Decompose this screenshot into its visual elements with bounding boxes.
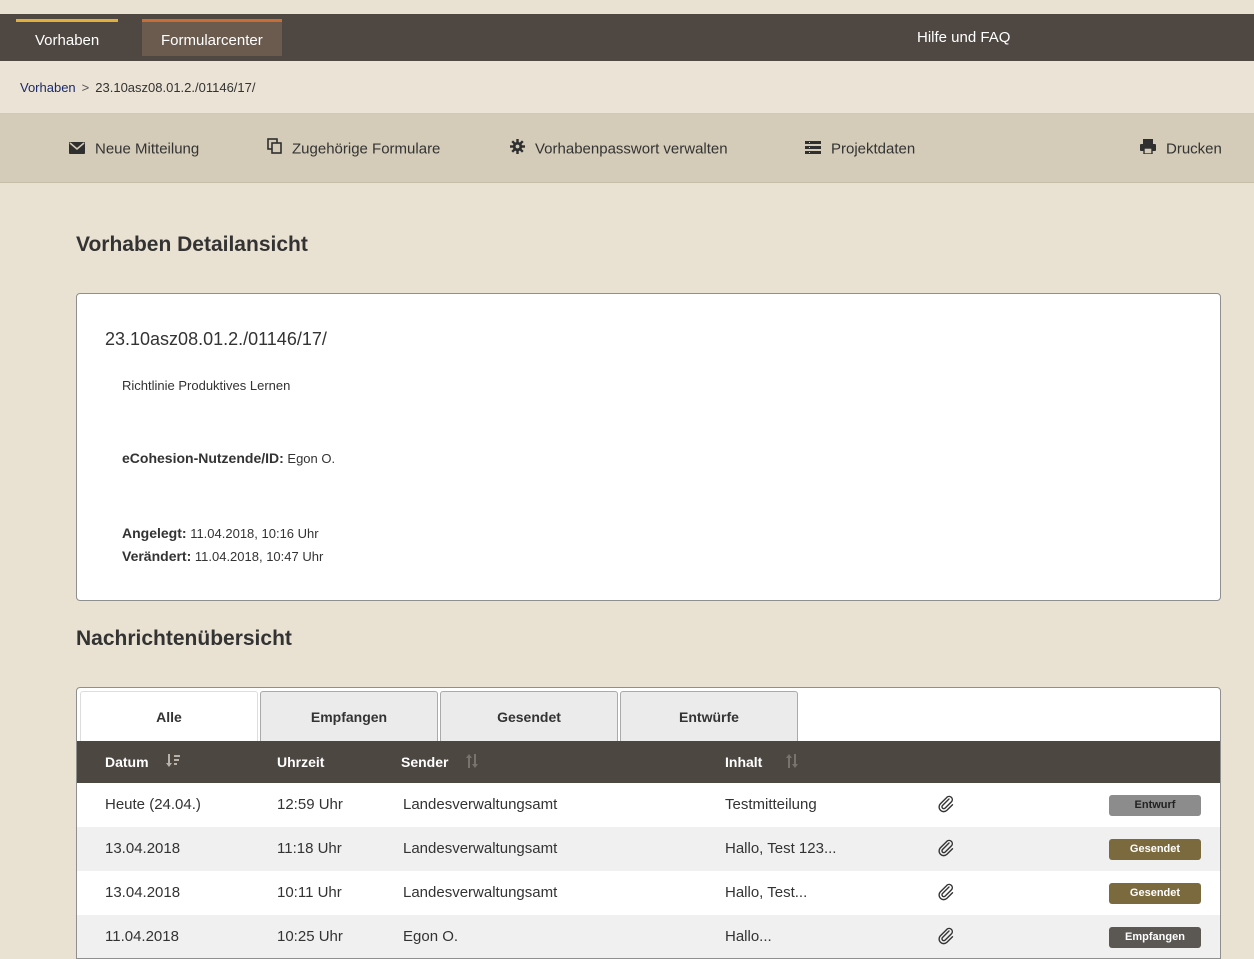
status-badge: Gesendet (1109, 839, 1201, 860)
cell-content: Testmitteilung (725, 796, 817, 813)
cell-date: 11.04.2018 (105, 928, 179, 945)
created-field: Angelegt: 11.04.2018, 10:16 Uhr (122, 525, 319, 541)
sort-icon[interactable] (786, 742, 799, 784)
print-button[interactable]: Drucken (1140, 114, 1222, 183)
table-row[interactable]: 13.04.2018 10:11 Uhr Landesverwaltungsam… (77, 871, 1220, 915)
messages-card: Alle Empfangen Gesendet Entwürfe Datum U… (76, 687, 1221, 959)
breadcrumb-separator: > (81, 80, 90, 95)
paperclip-icon[interactable] (937, 883, 955, 905)
page-title: Vorhaben Detailansicht (76, 233, 308, 256)
help-faq-link[interactable]: Hilfe und FAQ (917, 14, 1010, 61)
column-header-content-label: Inhalt (725, 754, 763, 770)
user-id-field: eCohesion-Nutzende/ID: Egon O. (122, 450, 335, 466)
cell-time: 10:11 Uhr (277, 884, 342, 901)
cell-content: Hallo, Test... (725, 884, 808, 901)
table-header: Datum Uhrzeit Sender Inhalt (77, 741, 1220, 784)
status-badge: Gesendet (1109, 883, 1201, 904)
user-id-label: eCohesion-Nutzende/ID: (122, 450, 284, 466)
tab-gesendet[interactable]: Gesendet (440, 691, 618, 741)
project-data-button[interactable]: Projektdaten (805, 114, 915, 183)
user-id-value: Egon O. (287, 451, 336, 466)
column-header-content[interactable]: Inhalt (725, 741, 799, 784)
cell-date: Heute (24.04.) (105, 796, 201, 813)
new-message-label: Neue Mitteilung (95, 140, 200, 158)
modified-field: Verändert: 11.04.2018, 10:47 Uhr (122, 548, 323, 564)
breadcrumb: Vorhaben >23.10asz08.01.2./01146/17/ (0, 61, 1254, 114)
related-forms-label: Zugehörige Formulare (292, 140, 441, 158)
status-badge: Entwurf (1109, 795, 1201, 816)
copy-icon (267, 115, 282, 184)
printer-icon (1140, 115, 1156, 184)
project-data-label: Projektdaten (831, 140, 916, 158)
nav-tab-vorhaben[interactable]: Vorhaben (16, 19, 119, 56)
table-row[interactable]: 13.04.2018 11:18 Uhr Landesverwaltungsam… (77, 827, 1220, 871)
column-header-sender[interactable]: Sender (401, 741, 479, 784)
cell-content: Hallo, Test 123... (725, 840, 837, 857)
paperclip-icon[interactable] (937, 927, 955, 949)
print-label: Drucken (1166, 140, 1222, 158)
new-message-button[interactable]: Neue Mitteilung (69, 114, 199, 183)
column-header-time[interactable]: Uhrzeit (277, 741, 324, 783)
table-row[interactable]: Heute (24.04.) 12:59 Uhr Landesverwaltun… (77, 783, 1220, 827)
created-value: 11.04.2018, 10:16 Uhr (190, 526, 319, 541)
action-toolbar: Neue Mitteilung Zugehörige Formulare Vor… (0, 114, 1254, 183)
cell-content: Hallo... (725, 928, 772, 945)
status-badge: Empfangen (1109, 927, 1201, 948)
envelope-icon (69, 115, 85, 184)
sort-icon[interactable] (466, 742, 479, 784)
tab-empfangen[interactable]: Empfangen (260, 691, 438, 741)
manage-password-button[interactable]: Vorhabenpasswort verwalten (510, 114, 728, 183)
cell-date: 13.04.2018 (105, 840, 181, 857)
cell-sender: Landesverwaltungsamt (403, 840, 558, 857)
cell-time: 10:25 Uhr (277, 928, 343, 945)
list-icon (805, 115, 821, 184)
cell-date: 13.04.2018 (105, 884, 181, 901)
tab-entwuerfe[interactable]: Entwürfe (620, 691, 798, 741)
cell-sender: Landesverwaltungsamt (403, 884, 558, 901)
column-header-date-label: Datum (105, 754, 149, 770)
cell-sender: Landesverwaltungsamt (403, 796, 558, 813)
column-header-sender-label: Sender (401, 754, 449, 770)
table-row[interactable]: 11.04.2018 10:25 Uhr Egon O. Hallo... Em… (77, 915, 1220, 958)
top-navigation-bar: Vorhaben Formularcenter Hilfe und FAQ (0, 14, 1254, 61)
related-forms-button[interactable]: Zugehörige Formulare (267, 114, 440, 183)
column-header-date[interactable]: Datum (105, 741, 181, 784)
paperclip-icon[interactable] (937, 839, 955, 861)
project-detail-card: 23.10asz08.01.2./01146/17/ Richtlinie Pr… (76, 293, 1221, 601)
cell-time: 12:59 Uhr (277, 796, 343, 813)
breadcrumb-link-vorhaben[interactable]: Vorhaben (20, 80, 76, 95)
sort-descending-icon[interactable] (166, 742, 181, 784)
cell-time: 11:18 Uhr (277, 840, 342, 857)
created-label: Angelegt: (122, 525, 187, 541)
manage-password-label: Vorhabenpasswort verwalten (535, 140, 728, 158)
project-description: Richtlinie Produktives Lernen (122, 378, 291, 393)
tab-alle[interactable]: Alle (80, 691, 258, 741)
cell-sender: Egon O. (403, 928, 459, 945)
breadcrumb-current: 23.10asz08.01.2./01146/17/ (95, 80, 256, 95)
modified-value: 11.04.2018, 10:47 Uhr (194, 549, 324, 564)
nav-tab-formularcenter[interactable]: Formularcenter (142, 19, 282, 56)
project-id: 23.10asz08.01.2./01146/17/ (105, 329, 327, 349)
modified-label: Verändert: (122, 548, 192, 564)
gear-icon (510, 115, 525, 184)
paperclip-icon[interactable] (937, 795, 955, 817)
messages-section-title: Nachrichtenübersicht (76, 627, 292, 650)
